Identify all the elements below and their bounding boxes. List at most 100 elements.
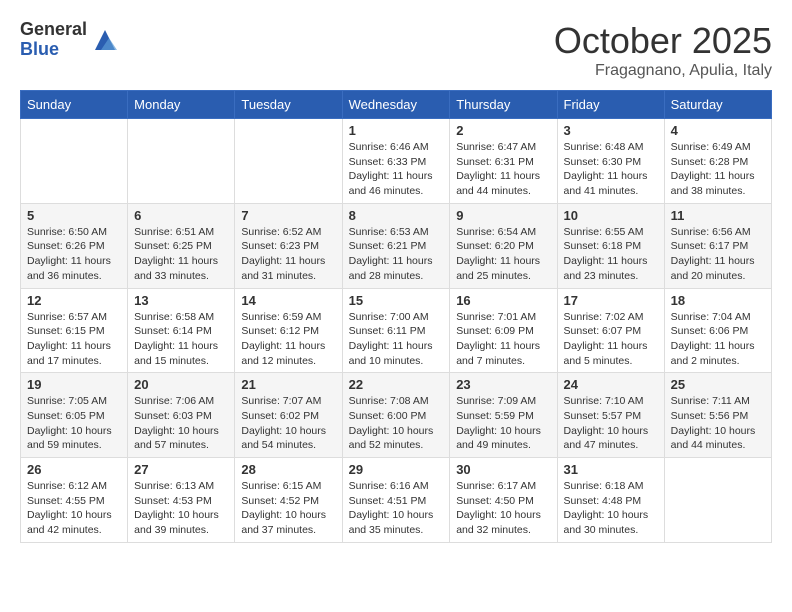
day-number: 28: [241, 462, 335, 477]
week-row-2: 12 Sunrise: 6:57 AM Sunset: 6:15 PM Dayli…: [21, 288, 772, 373]
calendar-cell: 22 Sunrise: 7:08 AM Sunset: 6:00 PM Dayli…: [342, 373, 450, 458]
calendar-cell: 7Sunrise: 6:52 AM Sunset: 6:23 PM Daylig…: [235, 203, 342, 288]
calendar-cell: 5 Sunrise: 6:50 AM Sunset: 6:26 PM Daylig…: [21, 203, 128, 288]
day-info: Sunrise: 7:11 AM Sunset: 5:56 PM Dayligh…: [671, 394, 765, 453]
day-number: 8: [349, 208, 444, 223]
day-info: Sunrise: 6:18 AM Sunset: 4:48 PM Dayligh…: [564, 479, 658, 538]
page-header: General Blue October 2025 Fragagnano, Ap…: [20, 20, 772, 80]
calendar-cell: 1Sunrise: 6:46 AM Sunset: 6:33 PM Daylig…: [342, 119, 450, 204]
calendar-cell: 24 Sunrise: 7:10 AM Sunset: 5:57 PM Dayli…: [557, 373, 664, 458]
calendar-cell: 10Sunrise: 6:55 AM Sunset: 6:18 PM Dayli…: [557, 203, 664, 288]
calendar-cell: 4 Sunrise: 6:49 AM Sunset: 6:28 PM Daylig…: [664, 119, 771, 204]
day-number: 3: [564, 123, 658, 138]
day-number: 12: [27, 293, 121, 308]
day-info: Sunrise: 6:50 AM Sunset: 6:26 PM Dayligh…: [27, 225, 121, 284]
week-row-1: 5 Sunrise: 6:50 AM Sunset: 6:26 PM Daylig…: [21, 203, 772, 288]
day-info: Sunrise: 7:02 AM Sunset: 6:07 PM Dayligh…: [564, 310, 658, 369]
calendar-cell: 19 Sunrise: 7:05 AM Sunset: 6:05 PM Dayli…: [21, 373, 128, 458]
weekday-header-row: SundayMondayTuesdayWednesdayThursdayFrid…: [21, 91, 772, 119]
calendar-cell: 27Sunrise: 6:13 AM Sunset: 4:53 PM Dayli…: [128, 458, 235, 543]
day-number: 16: [456, 293, 550, 308]
day-info: Sunrise: 7:05 AM Sunset: 6:05 PM Dayligh…: [27, 394, 121, 453]
day-number: 17: [564, 293, 658, 308]
day-number: 30: [456, 462, 550, 477]
day-number: 23: [456, 377, 550, 392]
calendar-cell: 9 Sunrise: 6:54 AM Sunset: 6:20 PM Daylig…: [450, 203, 557, 288]
logo: General Blue: [20, 20, 119, 60]
day-number: 14: [241, 293, 335, 308]
logo-blue: Blue: [20, 40, 87, 60]
calendar-cell: 20 Sunrise: 7:06 AM Sunset: 6:03 PM Dayli…: [128, 373, 235, 458]
day-number: 27: [134, 462, 228, 477]
day-number: 13: [134, 293, 228, 308]
day-number: 5: [27, 208, 121, 223]
day-number: 15: [349, 293, 444, 308]
day-info: Sunrise: 7:01 AM Sunset: 6:09 PM Dayligh…: [456, 310, 550, 369]
day-number: 29: [349, 462, 444, 477]
calendar-cell: 16 Sunrise: 7:01 AM Sunset: 6:09 PM Dayli…: [450, 288, 557, 373]
day-info: Sunrise: 7:07 AM Sunset: 6:02 PM Dayligh…: [241, 394, 335, 453]
weekday-header-tuesday: Tuesday: [235, 91, 342, 119]
day-info: Sunrise: 7:00 AM Sunset: 6:11 PM Dayligh…: [349, 310, 444, 369]
day-number: 24: [564, 377, 658, 392]
day-info: Sunrise: 6:56 AM Sunset: 6:17 PM Dayligh…: [671, 225, 765, 284]
day-number: 21: [241, 377, 335, 392]
day-number: 4: [671, 123, 765, 138]
calendar-cell: 3 Sunrise: 6:48 AM Sunset: 6:30 PM Daylig…: [557, 119, 664, 204]
day-number: 31: [564, 462, 658, 477]
day-info: Sunrise: 6:51 AM Sunset: 6:25 PM Dayligh…: [134, 225, 228, 284]
day-number: 11: [671, 208, 765, 223]
calendar-cell: 2Sunrise: 6:47 AM Sunset: 6:31 PM Daylig…: [450, 119, 557, 204]
day-info: Sunrise: 7:08 AM Sunset: 6:00 PM Dayligh…: [349, 394, 444, 453]
day-number: 19: [27, 377, 121, 392]
day-info: Sunrise: 6:16 AM Sunset: 4:51 PM Dayligh…: [349, 479, 444, 538]
calendar-cell: 26 Sunrise: 6:12 AM Sunset: 4:55 PM Dayli…: [21, 458, 128, 543]
calendar-cell: 14 Sunrise: 6:59 AM Sunset: 6:12 PM Dayli…: [235, 288, 342, 373]
day-info: Sunrise: 7:04 AM Sunset: 6:06 PM Dayligh…: [671, 310, 765, 369]
day-info: Sunrise: 6:47 AM Sunset: 6:31 PM Dayligh…: [456, 140, 550, 199]
calendar-cell: 17 Sunrise: 7:02 AM Sunset: 6:07 PM Dayli…: [557, 288, 664, 373]
week-row-0: 1Sunrise: 6:46 AM Sunset: 6:33 PM Daylig…: [21, 119, 772, 204]
day-info: Sunrise: 6:17 AM Sunset: 4:50 PM Dayligh…: [456, 479, 550, 538]
day-info: Sunrise: 6:49 AM Sunset: 6:28 PM Dayligh…: [671, 140, 765, 199]
calendar-cell: 11 Sunrise: 6:56 AM Sunset: 6:17 PM Dayli…: [664, 203, 771, 288]
day-info: Sunrise: 6:46 AM Sunset: 6:33 PM Dayligh…: [349, 140, 444, 199]
weekday-header-thursday: Thursday: [450, 91, 557, 119]
weekday-header-monday: Monday: [128, 91, 235, 119]
calendar-cell: 31 Sunrise: 6:18 AM Sunset: 4:48 PM Dayli…: [557, 458, 664, 543]
calendar-cell: 13 Sunrise: 6:58 AM Sunset: 6:14 PM Dayli…: [128, 288, 235, 373]
day-info: Sunrise: 6:58 AM Sunset: 6:14 PM Dayligh…: [134, 310, 228, 369]
day-info: Sunrise: 6:54 AM Sunset: 6:20 PM Dayligh…: [456, 225, 550, 284]
day-info: Sunrise: 6:55 AM Sunset: 6:18 PM Dayligh…: [564, 225, 658, 284]
calendar-cell: 23Sunrise: 7:09 AM Sunset: 5:59 PM Dayli…: [450, 373, 557, 458]
day-number: 18: [671, 293, 765, 308]
day-number: 7: [241, 208, 335, 223]
day-number: 20: [134, 377, 228, 392]
day-info: Sunrise: 7:10 AM Sunset: 5:57 PM Dayligh…: [564, 394, 658, 453]
day-info: Sunrise: 6:12 AM Sunset: 4:55 PM Dayligh…: [27, 479, 121, 538]
weekday-header-sunday: Sunday: [21, 91, 128, 119]
weekday-header-saturday: Saturday: [664, 91, 771, 119]
calendar-cell: [664, 458, 771, 543]
calendar-cell: [21, 119, 128, 204]
calendar-cell: 25 Sunrise: 7:11 AM Sunset: 5:56 PM Dayli…: [664, 373, 771, 458]
title-block: October 2025 Fragagnano, Apulia, Italy: [554, 20, 772, 80]
calendar-cell: 18 Sunrise: 7:04 AM Sunset: 6:06 PM Dayli…: [664, 288, 771, 373]
day-info: Sunrise: 6:57 AM Sunset: 6:15 PM Dayligh…: [27, 310, 121, 369]
month-title: October 2025: [554, 20, 772, 62]
week-row-4: 26 Sunrise: 6:12 AM Sunset: 4:55 PM Dayli…: [21, 458, 772, 543]
day-info: Sunrise: 7:06 AM Sunset: 6:03 PM Dayligh…: [134, 394, 228, 453]
day-number: 6: [134, 208, 228, 223]
day-number: 22: [349, 377, 444, 392]
week-row-3: 19 Sunrise: 7:05 AM Sunset: 6:05 PM Dayli…: [21, 373, 772, 458]
calendar: SundayMondayTuesdayWednesdayThursdayFrid…: [20, 90, 772, 543]
calendar-cell: 12 Sunrise: 6:57 AM Sunset: 6:15 PM Dayli…: [21, 288, 128, 373]
logo-icon: [91, 26, 119, 54]
logo-text: General Blue: [20, 20, 87, 60]
day-number: 9: [456, 208, 550, 223]
day-info: Sunrise: 6:59 AM Sunset: 6:12 PM Dayligh…: [241, 310, 335, 369]
day-info: Sunrise: 6:48 AM Sunset: 6:30 PM Dayligh…: [564, 140, 658, 199]
calendar-cell: 29 Sunrise: 6:16 AM Sunset: 4:51 PM Dayli…: [342, 458, 450, 543]
day-number: 26: [27, 462, 121, 477]
day-number: 25: [671, 377, 765, 392]
